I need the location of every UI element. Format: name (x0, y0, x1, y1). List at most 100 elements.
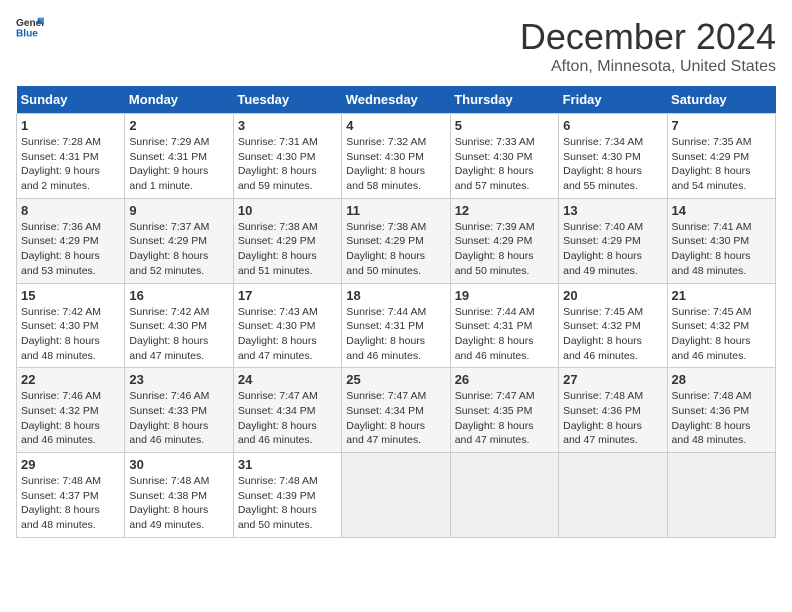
calendar-cell: 29Sunrise: 7:48 AM Sunset: 4:37 PM Dayli… (17, 453, 125, 538)
calendar-title: December 2024 (520, 16, 776, 58)
day-number: 17 (238, 288, 337, 303)
cell-sun-info: Sunrise: 7:35 AM Sunset: 4:29 PM Dayligh… (672, 135, 771, 194)
day-number: 15 (21, 288, 120, 303)
calendar-table: SundayMondayTuesdayWednesdayThursdayFrid… (16, 86, 776, 538)
calendar-cell: 9 Sunrise: 7:37 AM Sunset: 4:29 PM Daylig… (125, 198, 233, 283)
day-number: 29 (21, 457, 120, 472)
day-number: 9 (129, 203, 228, 218)
day-number: 21 (672, 288, 771, 303)
calendar-cell: 14 Sunrise: 7:41 AM Sunset: 4:30 PM Dayli… (667, 198, 775, 283)
day-number: 19 (455, 288, 554, 303)
calendar-cell: 11 Sunrise: 7:38 AM Sunset: 4:29 PM Dayli… (342, 198, 450, 283)
day-number: 31 (238, 457, 337, 472)
cell-sun-info: Sunrise: 7:43 AM Sunset: 4:30 PM Dayligh… (238, 305, 337, 364)
cell-sun-info: Sunrise: 7:34 AM Sunset: 4:30 PM Dayligh… (563, 135, 662, 194)
day-number: 10 (238, 203, 337, 218)
calendar-cell: 18 Sunrise: 7:44 AM Sunset: 4:31 PM Dayli… (342, 283, 450, 368)
calendar-cell: 30 Sunrise: 7:48 AM Sunset: 4:38 PM Dayli… (125, 453, 233, 538)
calendar-cell: 21Sunrise: 7:45 AM Sunset: 4:32 PM Dayli… (667, 283, 775, 368)
weekday-header-sunday: Sunday (17, 86, 125, 114)
calendar-cell: 5 Sunrise: 7:33 AM Sunset: 4:30 PM Daylig… (450, 114, 558, 199)
day-number: 1 (21, 118, 120, 133)
cell-sun-info: Sunrise: 7:46 AM Sunset: 4:32 PM Dayligh… (21, 389, 120, 448)
calendar-cell: 27 Sunrise: 7:48 AM Sunset: 4:36 PM Dayli… (559, 368, 667, 453)
day-number: 16 (129, 288, 228, 303)
day-number: 18 (346, 288, 445, 303)
cell-sun-info: Sunrise: 7:29 AM Sunset: 4:31 PM Dayligh… (129, 135, 228, 194)
calendar-cell: 1 Sunrise: 7:28 AM Sunset: 4:31 PM Daylig… (17, 114, 125, 199)
calendar-cell: 12 Sunrise: 7:39 AM Sunset: 4:29 PM Dayli… (450, 198, 558, 283)
cell-sun-info: Sunrise: 7:47 AM Sunset: 4:34 PM Dayligh… (238, 389, 337, 448)
calendar-cell (667, 453, 775, 538)
calendar-cell: 24Sunrise: 7:47 AM Sunset: 4:34 PM Dayli… (233, 368, 341, 453)
day-number: 8 (21, 203, 120, 218)
cell-sun-info: Sunrise: 7:28 AM Sunset: 4:31 PM Dayligh… (21, 135, 120, 194)
calendar-cell: 16 Sunrise: 7:42 AM Sunset: 4:30 PM Dayli… (125, 283, 233, 368)
title-block: December 2024 Afton, Minnesota, United S… (520, 16, 776, 76)
cell-sun-info: Sunrise: 7:46 AM Sunset: 4:33 PM Dayligh… (129, 389, 228, 448)
cell-sun-info: Sunrise: 7:42 AM Sunset: 4:30 PM Dayligh… (21, 305, 120, 364)
day-number: 25 (346, 372, 445, 387)
calendar-cell: 28 Sunrise: 7:48 AM Sunset: 4:36 PM Dayli… (667, 368, 775, 453)
cell-sun-info: Sunrise: 7:44 AM Sunset: 4:31 PM Dayligh… (455, 305, 554, 364)
calendar-cell: 20 Sunrise: 7:45 AM Sunset: 4:32 PM Dayli… (559, 283, 667, 368)
cell-sun-info: Sunrise: 7:32 AM Sunset: 4:30 PM Dayligh… (346, 135, 445, 194)
cell-sun-info: Sunrise: 7:44 AM Sunset: 4:31 PM Dayligh… (346, 305, 445, 364)
day-number: 22 (21, 372, 120, 387)
cell-sun-info: Sunrise: 7:41 AM Sunset: 4:30 PM Dayligh… (672, 220, 771, 279)
calendar-cell: 8 Sunrise: 7:36 AM Sunset: 4:29 PM Daylig… (17, 198, 125, 283)
day-number: 28 (672, 372, 771, 387)
calendar-cell: 2Sunrise: 7:29 AM Sunset: 4:31 PM Daylig… (125, 114, 233, 199)
cell-sun-info: Sunrise: 7:42 AM Sunset: 4:30 PM Dayligh… (129, 305, 228, 364)
cell-sun-info: Sunrise: 7:48 AM Sunset: 4:36 PM Dayligh… (672, 389, 771, 448)
svg-text:Blue: Blue (16, 28, 38, 38)
day-number: 5 (455, 118, 554, 133)
calendar-cell: 25 Sunrise: 7:47 AM Sunset: 4:34 PM Dayli… (342, 368, 450, 453)
cell-sun-info: Sunrise: 7:48 AM Sunset: 4:36 PM Dayligh… (563, 389, 662, 448)
cell-sun-info: Sunrise: 7:38 AM Sunset: 4:29 PM Dayligh… (238, 220, 337, 279)
header: General Blue December 2024 Afton, Minnes… (16, 16, 776, 76)
cell-sun-info: Sunrise: 7:48 AM Sunset: 4:39 PM Dayligh… (238, 474, 337, 533)
calendar-cell: 19 Sunrise: 7:44 AM Sunset: 4:31 PM Dayli… (450, 283, 558, 368)
cell-sun-info: Sunrise: 7:47 AM Sunset: 4:35 PM Dayligh… (455, 389, 554, 448)
cell-sun-info: Sunrise: 7:37 AM Sunset: 4:29 PM Dayligh… (129, 220, 228, 279)
calendar-cell: 3 Sunrise: 7:31 AM Sunset: 4:30 PM Daylig… (233, 114, 341, 199)
cell-sun-info: Sunrise: 7:45 AM Sunset: 4:32 PM Dayligh… (563, 305, 662, 364)
calendar-cell: 26Sunrise: 7:47 AM Sunset: 4:35 PM Dayli… (450, 368, 558, 453)
cell-sun-info: Sunrise: 7:33 AM Sunset: 4:30 PM Dayligh… (455, 135, 554, 194)
calendar-cell: 31 Sunrise: 7:48 AM Sunset: 4:39 PM Dayli… (233, 453, 341, 538)
day-number: 7 (672, 118, 771, 133)
day-number: 3 (238, 118, 337, 133)
cell-sun-info: Sunrise: 7:40 AM Sunset: 4:29 PM Dayligh… (563, 220, 662, 279)
day-number: 14 (672, 203, 771, 218)
calendar-cell (342, 453, 450, 538)
cell-sun-info: Sunrise: 7:39 AM Sunset: 4:29 PM Dayligh… (455, 220, 554, 279)
week-row-4: 22 Sunrise: 7:46 AM Sunset: 4:32 PM Dayli… (17, 368, 776, 453)
weekday-header-monday: Monday (125, 86, 233, 114)
calendar-cell: 10 Sunrise: 7:38 AM Sunset: 4:29 PM Dayli… (233, 198, 341, 283)
calendar-cell: 7 Sunrise: 7:35 AM Sunset: 4:29 PM Daylig… (667, 114, 775, 199)
cell-sun-info: Sunrise: 7:36 AM Sunset: 4:29 PM Dayligh… (21, 220, 120, 279)
day-number: 11 (346, 203, 445, 218)
day-number: 12 (455, 203, 554, 218)
day-number: 13 (563, 203, 662, 218)
calendar-cell: 13 Sunrise: 7:40 AM Sunset: 4:29 PM Dayli… (559, 198, 667, 283)
calendar-cell: 4 Sunrise: 7:32 AM Sunset: 4:30 PM Daylig… (342, 114, 450, 199)
cell-sun-info: Sunrise: 7:47 AM Sunset: 4:34 PM Dayligh… (346, 389, 445, 448)
week-row-1: 1 Sunrise: 7:28 AM Sunset: 4:31 PM Daylig… (17, 114, 776, 199)
cell-sun-info: Sunrise: 7:31 AM Sunset: 4:30 PM Dayligh… (238, 135, 337, 194)
week-row-3: 15 Sunrise: 7:42 AM Sunset: 4:30 PM Dayli… (17, 283, 776, 368)
calendar-cell: 15 Sunrise: 7:42 AM Sunset: 4:30 PM Dayli… (17, 283, 125, 368)
day-number: 4 (346, 118, 445, 133)
weekday-header-wednesday: Wednesday (342, 86, 450, 114)
week-row-2: 8 Sunrise: 7:36 AM Sunset: 4:29 PM Daylig… (17, 198, 776, 283)
calendar-cell (450, 453, 558, 538)
day-number: 27 (563, 372, 662, 387)
day-number: 20 (563, 288, 662, 303)
calendar-cell: 22 Sunrise: 7:46 AM Sunset: 4:32 PM Dayli… (17, 368, 125, 453)
weekday-header-thursday: Thursday (450, 86, 558, 114)
day-number: 30 (129, 457, 228, 472)
weekday-header-row: SundayMondayTuesdayWednesdayThursdayFrid… (17, 86, 776, 114)
cell-sun-info: Sunrise: 7:38 AM Sunset: 4:29 PM Dayligh… (346, 220, 445, 279)
cell-sun-info: Sunrise: 7:48 AM Sunset: 4:38 PM Dayligh… (129, 474, 228, 533)
